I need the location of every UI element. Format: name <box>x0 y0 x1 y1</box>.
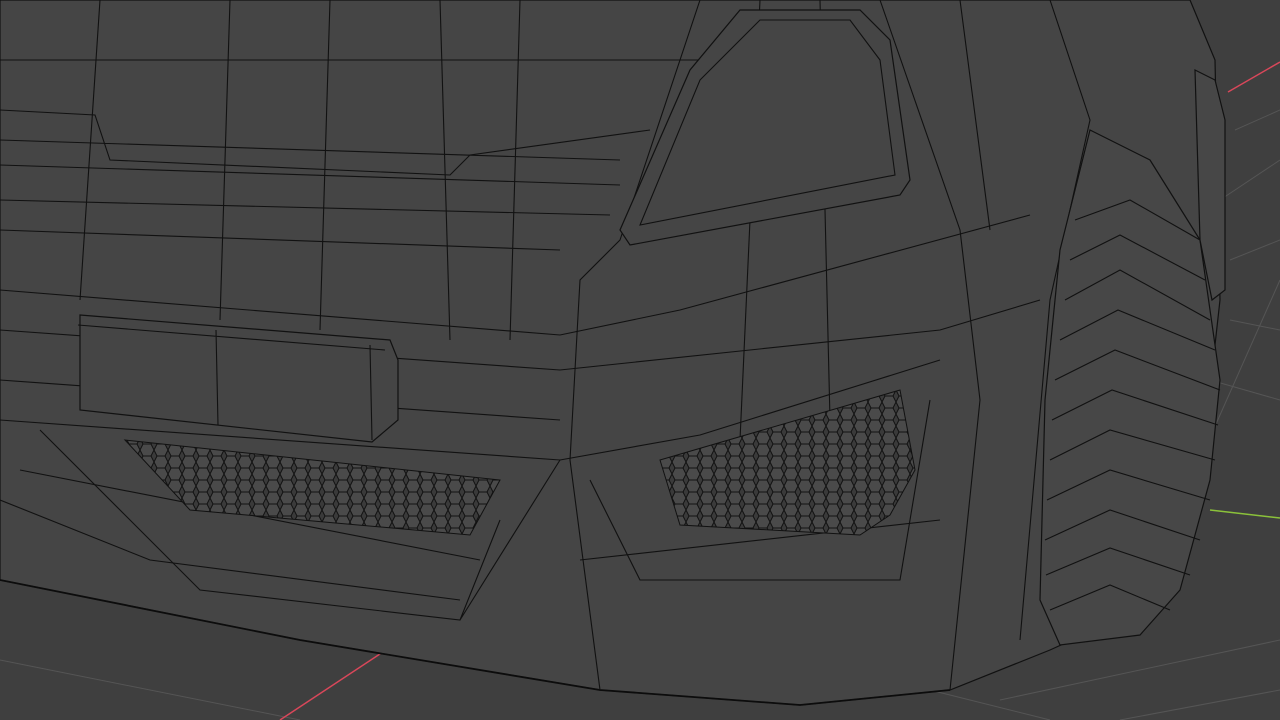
viewport-canvas[interactable] <box>0 0 1280 720</box>
y-axis-line <box>1209 509 1280 519</box>
x-axis-line-far <box>1227 61 1280 93</box>
3d-viewport[interactable] <box>0 0 1280 720</box>
x-axis-line <box>279 645 393 720</box>
